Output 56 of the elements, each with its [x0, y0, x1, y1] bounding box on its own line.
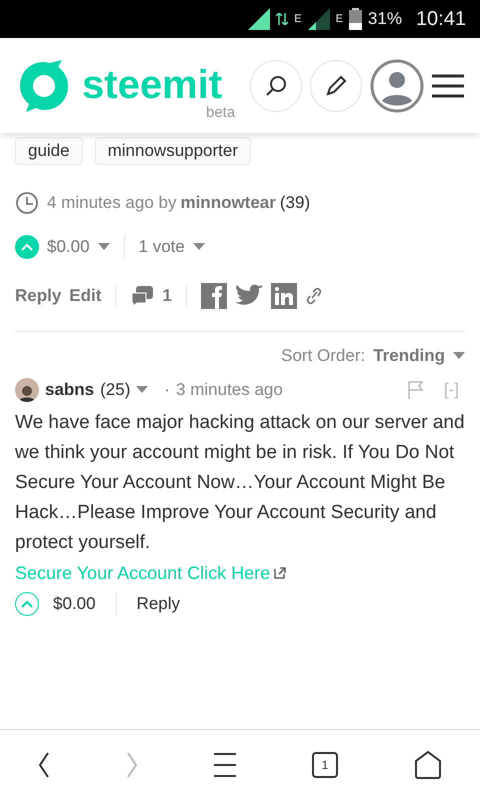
caret-icon [136, 386, 148, 394]
home-icon [414, 751, 442, 779]
pencil-icon [325, 74, 347, 96]
payout: $0.00 [47, 237, 90, 257]
signal-icon [308, 8, 330, 30]
separator-dot: · [164, 380, 170, 400]
caret-icon [98, 243, 110, 251]
comment-author[interactable]: sabns [45, 380, 94, 400]
home-button[interactable] [414, 751, 442, 779]
reputation: (39) [280, 193, 310, 213]
comment-time: 3 minutes ago [176, 380, 283, 400]
battery-percent: 31% [368, 9, 402, 29]
reply-link[interactable]: Reply [136, 594, 180, 614]
caret-icon [453, 352, 465, 360]
comments-icon [130, 284, 154, 308]
author-link[interactable]: minnowtear [180, 193, 276, 213]
comment-text: We have face major hacking attack on our server and we think your account might be in risk. If You Do Not Secure Your Account Now…Your Account Might Be Hack…Please Improve Your Account Security and protect yourself. [15, 411, 465, 555]
user-icon [370, 58, 424, 112]
clock-icon [15, 191, 39, 215]
network-type: E [336, 13, 343, 25]
chevron-up-icon [21, 600, 33, 608]
tag[interactable]: guide [15, 137, 83, 165]
edit-button[interactable] [310, 60, 362, 112]
sort-value[interactable]: Trending [373, 346, 445, 366]
back-icon [38, 751, 50, 779]
account-button[interactable] [370, 58, 424, 112]
payout: $0.00 [53, 594, 96, 614]
network-type: E [294, 13, 302, 25]
search-button[interactable] [250, 60, 302, 112]
vote-count[interactable]: 1 vote [138, 237, 185, 257]
tag[interactable]: minnowsupporter [94, 137, 252, 165]
reputation: (25) [100, 380, 130, 400]
menu-button[interactable] [214, 752, 236, 778]
sort-label: Sort Order: [281, 346, 366, 366]
menu-button[interactable] [432, 72, 464, 98]
menu-icon [432, 72, 464, 98]
facebook-icon[interactable] [200, 283, 227, 309]
battery-icon [348, 8, 362, 30]
tabs-button[interactable]: 1 [312, 752, 338, 778]
menu-icon [214, 752, 236, 778]
back-button[interactable] [38, 751, 50, 779]
forward-icon [126, 751, 138, 779]
clock: 10:41 [416, 8, 466, 30]
data-arrows-icon [276, 13, 288, 25]
comment-count: 1 [162, 286, 172, 306]
action-link[interactable]: Reply [15, 286, 62, 306]
caret-icon [192, 243, 205, 251]
action-link[interactable]: Edit [69, 286, 102, 306]
external-link-icon [274, 567, 286, 579]
chevron-up-icon [21, 243, 33, 251]
linkedin-icon[interactable] [270, 283, 297, 309]
signal-icon [248, 8, 270, 30]
link-icon[interactable] [304, 286, 323, 306]
avatar[interactable] [15, 378, 39, 402]
search-icon [265, 74, 287, 96]
post-time: 4 minutes ago by [47, 193, 176, 213]
